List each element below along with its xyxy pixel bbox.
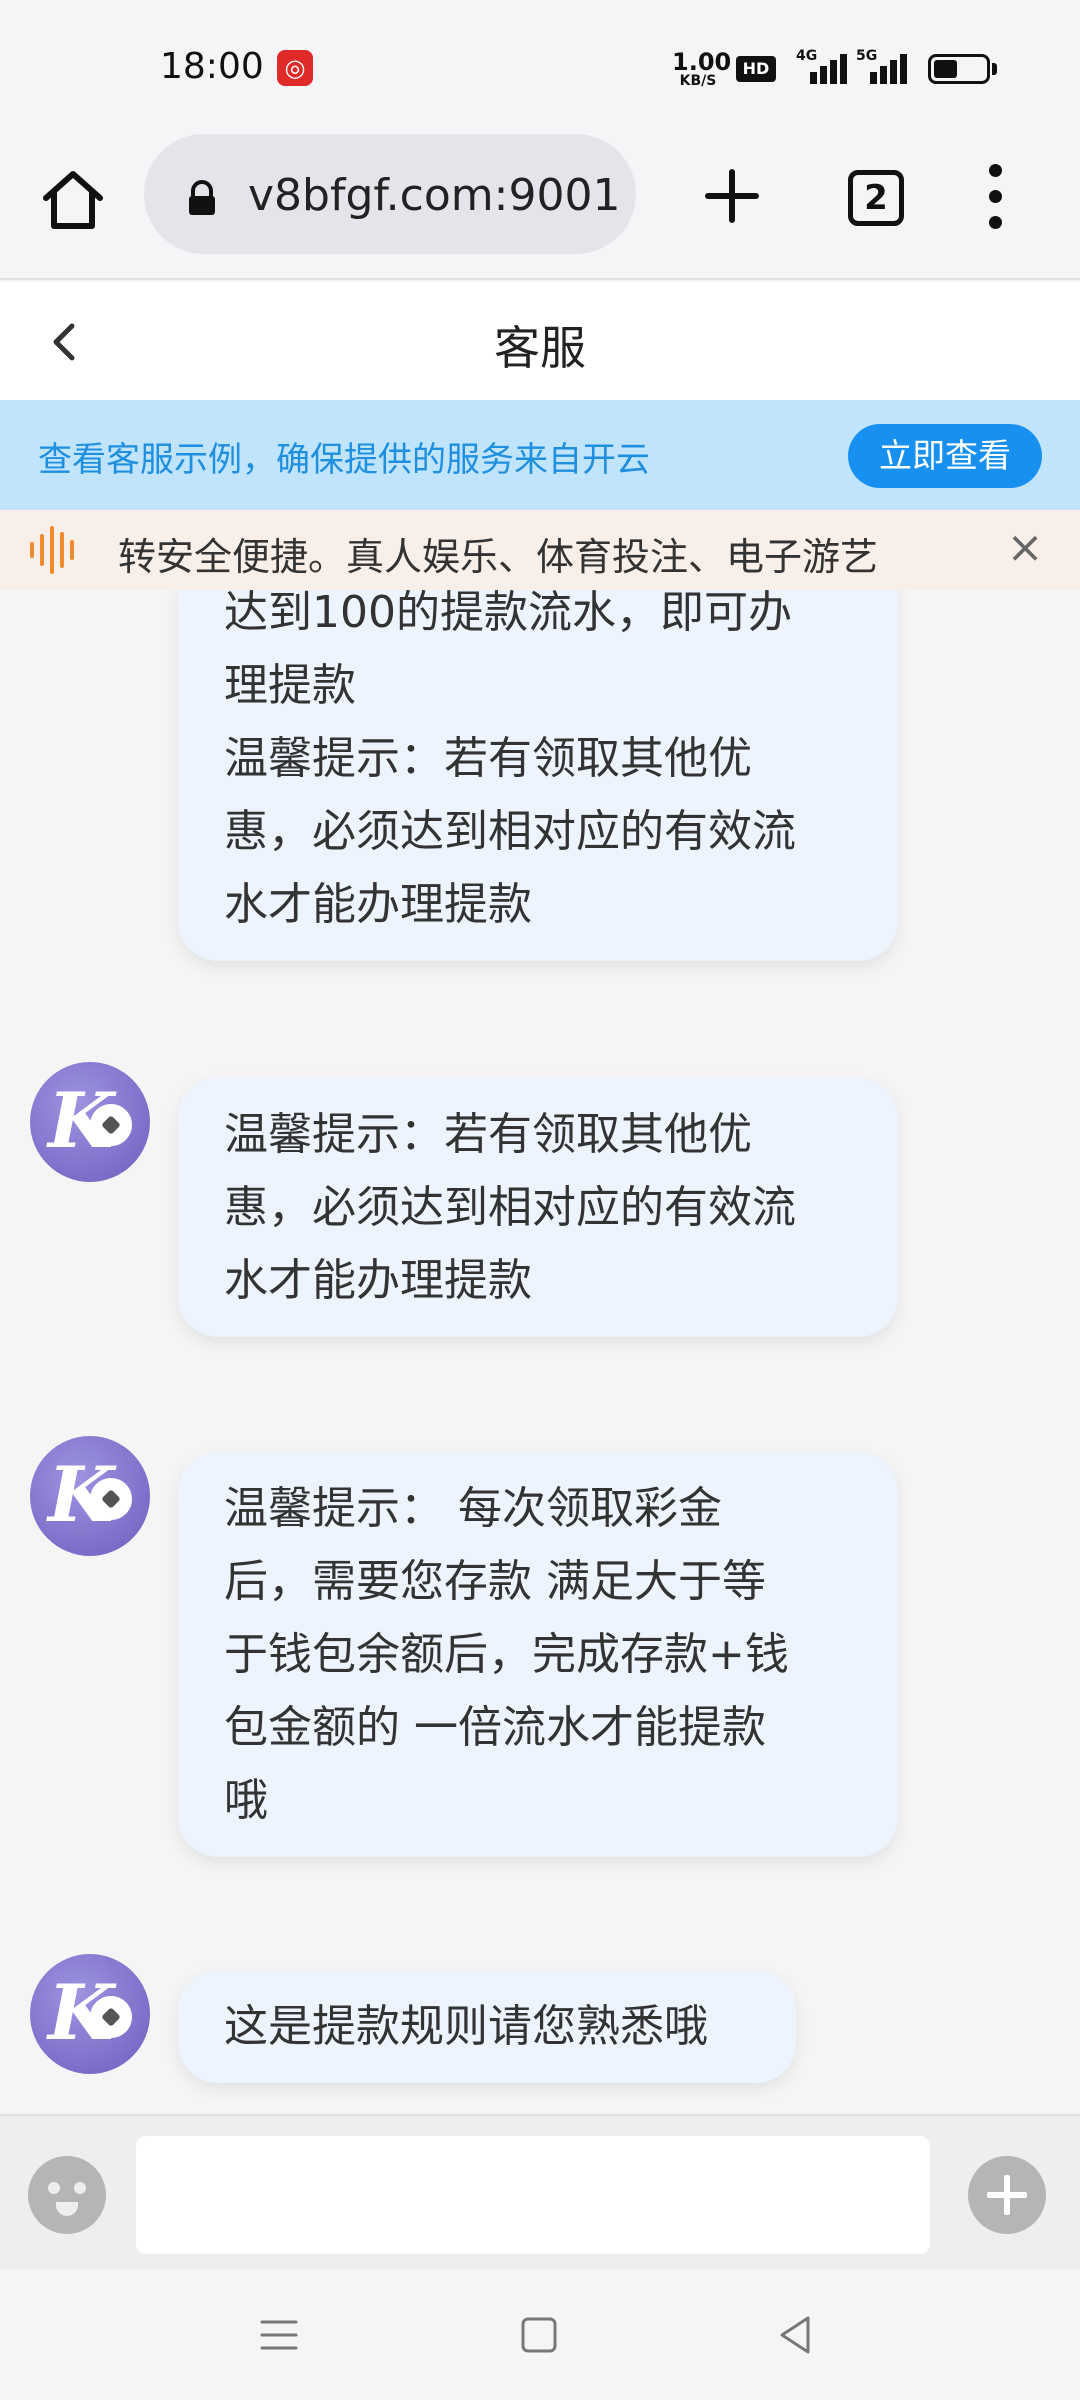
message-bubble: 温馨提示： 每次领取彩金 后，需要您存款 满足大于等 于钱包余额后，完成存款+钱… (178, 1452, 898, 1857)
emoji-icon[interactable] (28, 2156, 106, 2234)
signal-5g-icon: 5G (856, 48, 908, 84)
netease-music-icon: ◎ (277, 50, 313, 86)
avatar[interactable]: K (30, 1436, 150, 1556)
marquee-text: 转安全便捷。真人娱乐、体育投注、电子游艺 (118, 535, 879, 579)
message-line: 于钱包余额后，完成存款+钱 (224, 1629, 789, 1680)
home-button[interactable] (34, 162, 112, 240)
message-line: 达到100的提款流水，即可办 (224, 590, 792, 638)
square-icon[interactable] (514, 2310, 564, 2360)
triangle-back-icon[interactable] (770, 2310, 820, 2360)
message-line: 惠，必须达到相对应的有效流 (224, 1182, 796, 1233)
plus-icon (705, 169, 759, 223)
avatar[interactable]: K (30, 1062, 150, 1182)
message-line: 后，需要您存款 满足大于等 (224, 1556, 766, 1607)
address-bar[interactable]: v8bfgf.com:9001 (144, 134, 636, 254)
message-line: 包金额的 一倍流水才能提款 (224, 1702, 766, 1753)
battery-tip (992, 63, 997, 75)
plus-circle-icon[interactable] (968, 2156, 1046, 2234)
battery-icon (928, 54, 990, 84)
view-now-button[interactable]: 立即查看 (848, 424, 1042, 488)
message-line: 温馨提示：若有领取其他优 (224, 1109, 752, 1160)
new-tab-button[interactable] (696, 160, 768, 232)
home-icon (43, 171, 103, 229)
chevron-left-icon (53, 323, 75, 361)
sound-wave-icon (30, 526, 74, 574)
chat-header: 客服 (0, 282, 1080, 400)
notice-text: 查看客服示例，确保提供的服务来自开云 (38, 440, 650, 480)
hd-icon: HD (736, 56, 776, 82)
status-bar: 18:00 ◎ 1.00 KB/S HD 4G 5G (0, 0, 1080, 130)
network-speed-unit: KB/S (679, 73, 717, 89)
marquee-bar: 转安全便捷。真人娱乐、体育投注、电子游艺 × (0, 510, 1080, 590)
message-line: 惠，必须达到相对应的有效流 (224, 806, 796, 857)
url-text: v8bfgf.com:9001 (248, 170, 621, 221)
tabs-button[interactable]: 2 (848, 170, 904, 226)
signal-4g-label: 4G (796, 48, 818, 64)
message-bubble: 温馨提示：若有领取其他优 惠，必须达到相对应的有效流 水才能办理提款 (178, 1078, 898, 1337)
notice-banner: 查看客服示例，确保提供的服务来自开云 立即查看 (0, 400, 1080, 510)
message-input[interactable] (136, 2136, 930, 2254)
message-line: 理提款 (224, 660, 356, 711)
message-line: 水才能办理提款 (224, 1255, 532, 1306)
network-speed: 1.00 KB/S (672, 48, 732, 89)
menu-icon[interactable] (254, 2310, 304, 2360)
more-vert-icon[interactable] (976, 156, 1016, 236)
network-speed-value: 1.00 (672, 48, 732, 76)
message-bubble: 达到100的提款流水，即可办 理提款 温馨提示：若有领取其他优 惠，必须达到相对… (178, 590, 898, 961)
chat-messages: 达到100的提款流水，即可办 理提款 温馨提示：若有领取其他优 惠，必须达到相对… (0, 590, 1080, 2114)
signal-4g-icon: 4G (796, 48, 848, 84)
back-button[interactable] (40, 312, 90, 372)
avatar[interactable]: K (30, 1954, 150, 2074)
message-line: 温馨提示：若有领取其他优 (224, 733, 752, 784)
message-line: 水才能办理提款 (224, 879, 532, 930)
battery-level (934, 60, 957, 78)
signal-5g-label: 5G (856, 48, 878, 64)
message-line: 这是提款规则请您熟悉哦 (224, 2001, 708, 2052)
browser-toolbar: v8bfgf.com:9001 2 (0, 130, 1080, 280)
chat-input-bar (0, 2114, 1080, 2270)
close-icon[interactable]: × (1000, 522, 1050, 573)
message-bubble: 这是提款规则请您熟悉哦 (178, 1970, 796, 2083)
message-line: 哦 (224, 1775, 268, 1826)
message-line: 温馨提示： 每次领取彩金 (224, 1483, 722, 1534)
system-nav-bar (0, 2270, 1080, 2400)
lock-icon (189, 180, 215, 215)
status-time: 18:00 (160, 46, 264, 87)
page-title: 客服 (494, 321, 586, 375)
